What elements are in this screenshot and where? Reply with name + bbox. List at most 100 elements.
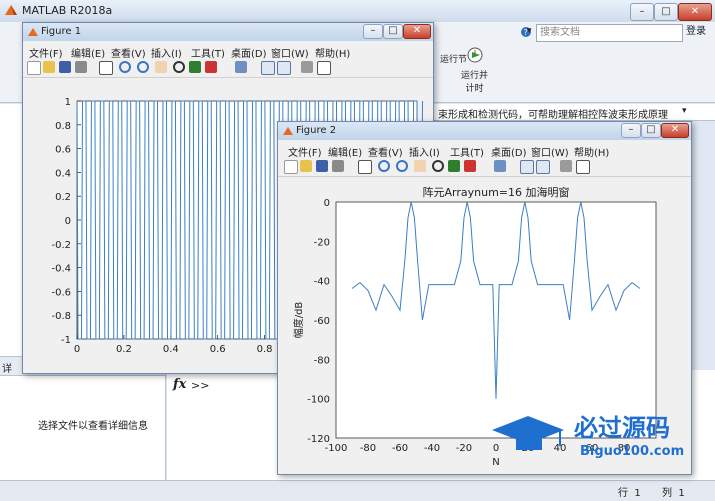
- figure-1-toolbar: [23, 59, 433, 78]
- menu-file[interactable]: 文件(F): [29, 45, 63, 60]
- pointer-icon[interactable]: [358, 160, 372, 174]
- data-cursor-icon[interactable]: [189, 61, 201, 73]
- x-tick-label: -40: [424, 443, 440, 454]
- fx-icon: fx: [173, 377, 187, 392]
- show-tools-icon[interactable]: [576, 160, 590, 174]
- menu-insert[interactable]: 插入(I): [151, 45, 182, 60]
- menu-edit[interactable]: 编辑(E): [71, 45, 105, 60]
- menu-help[interactable]: 帮助(H): [315, 45, 350, 60]
- chart-title: 阵元Arraynum=16 加海明窗: [423, 185, 570, 199]
- print-icon[interactable]: [75, 61, 87, 73]
- open-file-icon[interactable]: [43, 61, 55, 73]
- colorbar-icon[interactable]: [261, 61, 275, 75]
- link-plot-icon[interactable]: [494, 160, 506, 172]
- search-docs-input[interactable]: 搜索文档: [536, 24, 683, 42]
- pan-icon[interactable]: [414, 160, 426, 172]
- hide-tools-icon[interactable]: [560, 160, 572, 172]
- menu-tools[interactable]: 工具(T): [191, 45, 225, 60]
- run-timer-label[interactable]: 运行并 计时: [461, 68, 488, 94]
- new-figure-icon[interactable]: [284, 160, 298, 174]
- y-tick-label: 0: [65, 216, 71, 227]
- x-tick-label: 0: [74, 344, 80, 355]
- hide-tools-icon[interactable]: [301, 61, 313, 73]
- maximize-button[interactable]: □: [654, 3, 678, 21]
- y-tick-label: 0.2: [55, 192, 71, 203]
- menu-insert[interactable]: 插入(I): [409, 144, 440, 159]
- matlab-logo-icon: [5, 5, 17, 15]
- status-col: 列 1: [662, 488, 685, 499]
- zoom-in-icon[interactable]: [119, 61, 131, 73]
- menu-view[interactable]: 查看(V): [111, 45, 146, 60]
- link-plot-icon[interactable]: [235, 61, 247, 73]
- y-tick-label: 0: [324, 198, 330, 209]
- rotate-icon[interactable]: [432, 160, 444, 172]
- menu-help[interactable]: 帮助(H): [574, 144, 609, 159]
- show-tools-icon[interactable]: [317, 61, 331, 75]
- fig1-close-button[interactable]: ✕: [403, 24, 431, 39]
- brush-icon[interactable]: [205, 61, 217, 73]
- menu-desktop[interactable]: 桌面(D): [231, 45, 267, 60]
- biguo-watermark-logo: 必过源码 Biguo100.com: [492, 414, 684, 459]
- menu-window[interactable]: 窗口(W): [271, 45, 309, 60]
- y-tick-label: -0.2: [51, 240, 71, 251]
- print-icon[interactable]: [332, 160, 344, 172]
- new-figure-icon[interactable]: [27, 61, 41, 75]
- menu-window[interactable]: 窗口(W): [531, 144, 569, 159]
- status-row: 行 1: [618, 488, 641, 499]
- run-section-label[interactable]: 运行节: [440, 52, 467, 65]
- fig2-minimize-button[interactable]: –: [621, 123, 641, 138]
- x-tick-label: -20: [456, 443, 472, 454]
- fig2-maximize-button[interactable]: □: [641, 123, 661, 138]
- x-tick-label: -100: [325, 443, 348, 454]
- command-prompt[interactable]: >>: [191, 379, 209, 392]
- menu-desktop[interactable]: 桌面(D): [491, 144, 527, 159]
- menu-view[interactable]: 查看(V): [368, 144, 403, 159]
- brush-icon[interactable]: [464, 160, 476, 172]
- matlab-figure-icon: [28, 28, 38, 36]
- menu-file[interactable]: 文件(F): [288, 144, 322, 159]
- pan-icon[interactable]: [155, 61, 167, 73]
- x-tick-label: -60: [392, 443, 408, 454]
- open-file-icon[interactable]: [300, 160, 312, 172]
- minimize-button[interactable]: –: [630, 3, 654, 21]
- fig2-close-button[interactable]: ✕: [661, 123, 689, 138]
- matlab-figure-icon: [283, 127, 293, 135]
- y-tick-label: -0.6: [51, 287, 71, 298]
- zoom-in-icon[interactable]: [378, 160, 390, 172]
- fig1-minimize-button[interactable]: –: [363, 24, 383, 39]
- address-text: 束形成和检测代码，可帮助理解相控阵波束形成原理: [438, 110, 668, 121]
- figure-2-menubar: 文件(F) 编辑(E) 查看(V) 插入(I) 工具(T) 桌面(D) 窗口(W…: [278, 142, 691, 159]
- legend-icon[interactable]: [277, 61, 291, 75]
- address-dropdown-icon[interactable]: ▾: [682, 106, 687, 116]
- data-cursor-icon[interactable]: [448, 160, 460, 172]
- figure-2-title-bar[interactable]: Figure 2 – □ ✕: [278, 122, 691, 140]
- figure-2-toolbar: [278, 158, 691, 177]
- y-tick-label: -20: [314, 237, 330, 248]
- save-icon[interactable]: [316, 160, 328, 172]
- y-tick-label: 0.4: [55, 168, 71, 179]
- y-tick-label: -0.8: [51, 311, 71, 322]
- search-dropdown-icon[interactable]: ▾: [527, 26, 532, 36]
- colorbar-icon[interactable]: [520, 160, 534, 174]
- main-title-bar: MATLAB R2018a – □ ✕: [0, 0, 715, 23]
- figure-1-title-bar[interactable]: Figure 1 – □ ✕: [23, 23, 433, 41]
- status-bar: 行 1 列 1: [0, 480, 715, 501]
- menu-tools[interactable]: 工具(T): [450, 144, 484, 159]
- legend-icon[interactable]: [536, 160, 550, 174]
- y-tick-label: -80: [314, 355, 330, 366]
- timer-icon[interactable]: [466, 44, 484, 64]
- zoom-out-icon[interactable]: [396, 160, 408, 172]
- watermark-brand: 必过源码: [574, 414, 670, 442]
- save-icon[interactable]: [59, 61, 71, 73]
- menu-edit[interactable]: 编辑(E): [328, 144, 362, 159]
- rotate-icon[interactable]: [173, 61, 185, 73]
- y-tick-label: 0.8: [55, 121, 71, 132]
- figure-2-title: Figure 2: [296, 125, 337, 136]
- pointer-icon[interactable]: [99, 61, 113, 75]
- x-tick-label: 0.2: [116, 344, 132, 355]
- close-button[interactable]: ✕: [678, 3, 712, 21]
- login-button[interactable]: 登录: [682, 24, 710, 40]
- zoom-out-icon[interactable]: [137, 61, 149, 73]
- y-axis-label: 幅度/dB: [292, 302, 305, 339]
- fig1-maximize-button[interactable]: □: [383, 24, 403, 39]
